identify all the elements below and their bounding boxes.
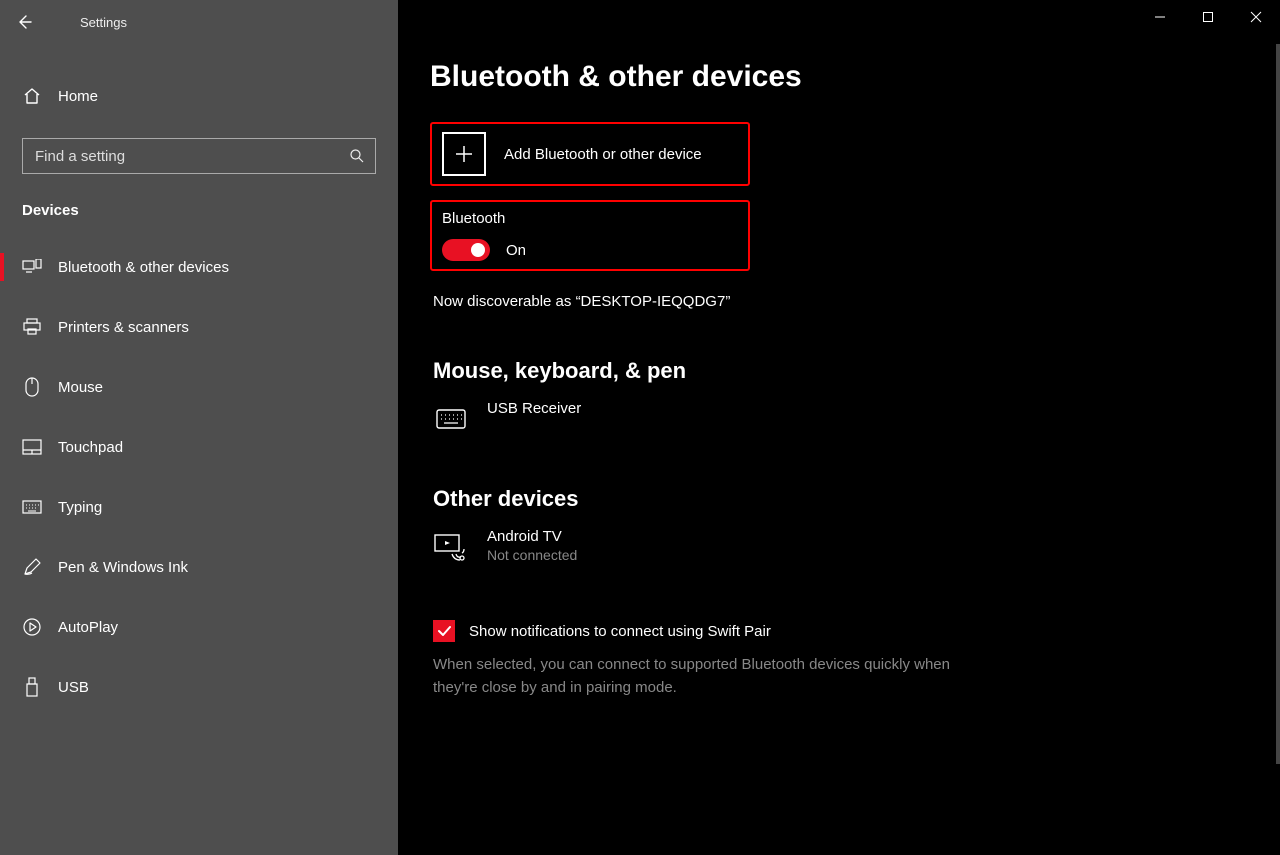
swift-pair-label: Show notifications to connect using Swif… <box>469 623 771 640</box>
usb-icon <box>22 677 42 697</box>
content: Bluetooth & other devices Add Bluetooth … <box>398 0 1280 699</box>
discoverable-text: Now discoverable as “DESKTOP-IEQQDG7” <box>433 293 1280 310</box>
sidebar-item-bluetooth[interactable]: Bluetooth & other devices <box>0 237 398 297</box>
add-device-label: Add Bluetooth or other device <box>504 146 702 163</box>
page-title: Bluetooth & other devices <box>430 60 1280 94</box>
sidebar-item-label: Printers & scanners <box>58 319 189 336</box>
sidebar-item-mouse[interactable]: Mouse <box>0 357 398 417</box>
highlight-add-device: Add Bluetooth or other device <box>430 122 750 186</box>
plus-icon <box>442 132 486 176</box>
scrollbar-thumb[interactable] <box>1276 44 1280 764</box>
sidebar-nav: Bluetooth & other devices Printers & sca… <box>0 237 398 717</box>
device-status: Not connected <box>487 547 577 563</box>
arrow-left-icon <box>16 14 32 30</box>
app-title: Settings <box>80 15 127 30</box>
sidebar-item-label: AutoPlay <box>58 619 118 636</box>
keyboard-icon <box>433 402 469 438</box>
titlebar-left: Settings <box>0 0 398 44</box>
sidebar-item-label: USB <box>58 679 89 696</box>
sidebar-item-label: Touchpad <box>58 439 123 456</box>
search-icon <box>339 148 375 164</box>
autoplay-icon <box>22 617 42 637</box>
media-device-icon <box>433 530 469 566</box>
device-name: Android TV <box>487 528 577 545</box>
swift-pair-checkbox[interactable] <box>433 620 455 642</box>
sidebar: Settings Home Devices Bluetooth & other … <box>0 0 398 855</box>
bluetooth-toggle-row: On <box>442 239 738 261</box>
swift-pair-description: When selected, you can connect to suppor… <box>433 654 993 699</box>
bluetooth-toggle[interactable] <box>442 239 490 261</box>
search-box[interactable] <box>22 138 376 174</box>
home-label: Home <box>58 88 98 105</box>
home-icon <box>22 86 42 106</box>
device-text: Android TV Not connected <box>487 528 577 563</box>
maximize-icon <box>1202 11 1214 23</box>
add-device-button[interactable]: Add Bluetooth or other device <box>442 132 738 176</box>
section-other-devices: Other devices <box>433 486 1280 512</box>
device-text: USB Receiver <box>487 400 581 417</box>
sidebar-item-label: Mouse <box>58 379 103 396</box>
minimize-button[interactable] <box>1136 0 1184 34</box>
home-button[interactable]: Home <box>0 66 398 126</box>
close-icon <box>1250 11 1262 23</box>
section-mouse-keyboard-pen: Mouse, keyboard, & pen <box>433 358 1280 384</box>
maximize-button[interactable] <box>1184 0 1232 34</box>
device-name: USB Receiver <box>487 400 581 417</box>
swift-pair-row: Show notifications to connect using Swif… <box>433 620 1280 642</box>
device-android-tv[interactable]: Android TV Not connected <box>433 528 1280 566</box>
sidebar-item-label: Typing <box>58 499 102 516</box>
devices-icon <box>22 257 42 277</box>
mouse-icon <box>22 377 42 397</box>
scrollbar[interactable] <box>1276 44 1280 855</box>
sidebar-item-label: Bluetooth & other devices <box>58 259 229 276</box>
active-indicator <box>0 253 4 281</box>
main-content: Bluetooth & other devices Add Bluetooth … <box>398 0 1280 855</box>
sidebar-section-title: Devices <box>22 202 398 219</box>
sidebar-item-autoplay[interactable]: AutoPlay <box>0 597 398 657</box>
toggle-knob <box>471 243 485 257</box>
sidebar-item-touchpad[interactable]: Touchpad <box>0 417 398 477</box>
device-usb-receiver[interactable]: USB Receiver <box>433 400 1280 438</box>
highlight-bluetooth-toggle: Bluetooth On <box>430 200 750 271</box>
close-button[interactable] <box>1232 0 1280 34</box>
checkmark-icon <box>436 623 452 639</box>
keyboard-icon <box>22 497 42 517</box>
bluetooth-heading: Bluetooth <box>442 210 738 227</box>
touchpad-icon <box>22 437 42 457</box>
pen-icon <box>22 557 42 577</box>
sidebar-item-usb[interactable]: USB <box>0 657 398 717</box>
bluetooth-state: On <box>506 242 526 259</box>
minimize-icon <box>1154 11 1166 23</box>
search-input[interactable] <box>23 148 339 165</box>
back-button[interactable] <box>0 0 48 44</box>
sidebar-item-typing[interactable]: Typing <box>0 477 398 537</box>
sidebar-item-pen[interactable]: Pen & Windows Ink <box>0 537 398 597</box>
window-controls <box>1136 0 1280 34</box>
sidebar-item-label: Pen & Windows Ink <box>58 559 188 576</box>
printer-icon <box>22 317 42 337</box>
sidebar-item-printers[interactable]: Printers & scanners <box>0 297 398 357</box>
